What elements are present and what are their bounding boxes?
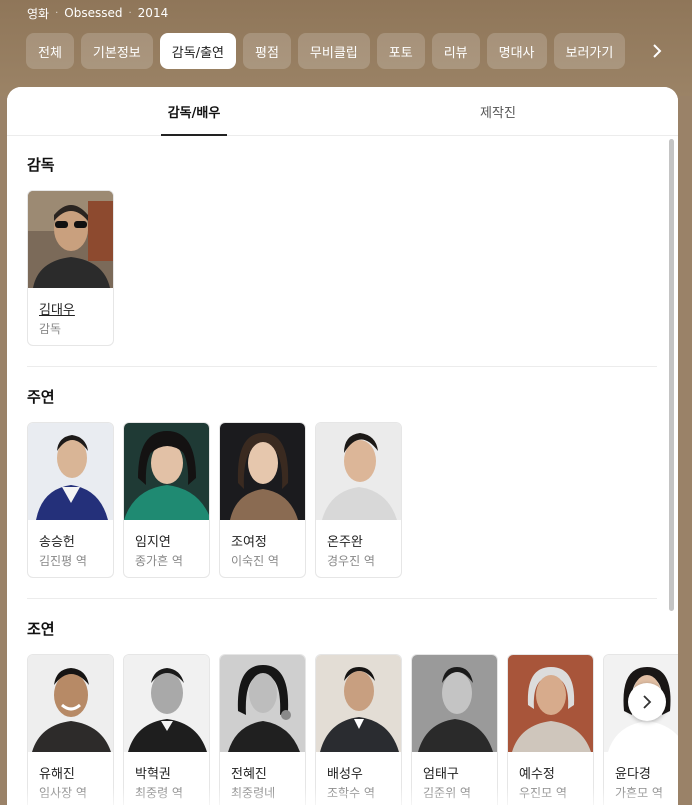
- section-title-director: 감독: [27, 156, 55, 174]
- chevron-right-icon: [653, 44, 662, 58]
- section-divider: [27, 366, 657, 367]
- cast-panel: 감독/배우 제작진 감독 김대우 감독 주연 송승헌 김진평 역 임지연 종가흔…: [7, 87, 678, 805]
- person-name[interactable]: 전혜진: [231, 763, 267, 782]
- person-photo[interactable]: [28, 191, 113, 288]
- chip-quotes[interactable]: 명대사: [486, 33, 547, 69]
- person-name[interactable]: 조여정: [231, 531, 267, 550]
- person-card[interactable]: 유해진 임사장 역: [27, 654, 114, 805]
- person-photo[interactable]: [508, 655, 593, 752]
- chip-cast[interactable]: 감독/출연: [159, 33, 236, 69]
- person-name[interactable]: 유해진: [39, 763, 75, 782]
- person-card[interactable]: 조여정 이숙진 역: [219, 422, 306, 578]
- section-divider: [27, 598, 657, 599]
- person-photo[interactable]: [28, 655, 113, 752]
- person-card[interactable]: 온주완 경우진 역: [315, 422, 402, 578]
- person-card[interactable]: 박혁권 최중령 역: [123, 654, 210, 805]
- person-name[interactable]: 김대우: [39, 299, 75, 318]
- section-title-lead: 주연: [27, 388, 55, 406]
- movie-meta: 영화 · Obsessed · 2014: [27, 4, 168, 22]
- person-photo[interactable]: [220, 423, 305, 520]
- person-card[interactable]: 전혜진 최중령네: [219, 654, 306, 805]
- chip-rating[interactable]: 평점: [243, 33, 291, 69]
- chevron-right-icon: [643, 695, 652, 709]
- person-name[interactable]: 예수정: [519, 763, 555, 782]
- movie-category[interactable]: 영화: [27, 5, 49, 22]
- movie-year: 2014: [137, 6, 169, 20]
- person-photo[interactable]: [220, 655, 305, 752]
- person-name[interactable]: 엄태구: [423, 763, 459, 782]
- person-name[interactable]: 박혁권: [135, 763, 171, 782]
- cast-tabs: 감독/배우 제작진: [7, 87, 678, 136]
- chip-next-button[interactable]: [644, 33, 670, 69]
- person-photo[interactable]: [412, 655, 497, 752]
- person-name[interactable]: 온주완: [327, 531, 363, 550]
- person-name[interactable]: 윤다경: [615, 763, 651, 782]
- person-photo[interactable]: [316, 423, 401, 520]
- separator-dot: ·: [128, 7, 132, 19]
- person-photo[interactable]: [316, 655, 401, 752]
- tab-crew[interactable]: 제작진: [461, 87, 535, 136]
- person-card[interactable]: 엄태구 김준위 역: [411, 654, 498, 805]
- person-role: 김진평 역: [39, 554, 87, 568]
- person-role: 감독: [39, 322, 62, 336]
- chip-review[interactable]: 리뷰: [431, 33, 480, 69]
- person-card[interactable]: 송승헌 김진평 역: [27, 422, 114, 578]
- carousel-next-button[interactable]: [628, 683, 666, 721]
- bottom-fade: [7, 787, 678, 805]
- person-card[interactable]: 김대우 감독: [27, 190, 114, 346]
- person-role: 경우진 역: [327, 554, 375, 568]
- person-card[interactable]: 임지연 종가흔 역: [123, 422, 210, 578]
- movie-header: 영화 · Obsessed · 2014 전체 기본정보 감독/출연 평점 무비…: [0, 0, 692, 96]
- separator-dot: ·: [55, 7, 59, 19]
- person-photo[interactable]: [124, 423, 209, 520]
- section-chip-bar: 전체 기본정보 감독/출연 평점 무비클립 포토 리뷰 명대사 보러가기: [26, 33, 626, 69]
- chip-all[interactable]: 전체: [26, 33, 74, 69]
- person-photo[interactable]: [124, 655, 209, 752]
- scrollbar-thumb[interactable]: [669, 139, 674, 611]
- person-role: 이숙진 역: [231, 554, 279, 568]
- chip-basic-info[interactable]: 기본정보: [80, 33, 153, 69]
- person-card[interactable]: 예수정 우진모 역: [507, 654, 594, 805]
- person-name[interactable]: 임지연: [135, 531, 171, 550]
- movie-title[interactable]: Obsessed: [64, 6, 122, 20]
- person-card[interactable]: 배성우 조학수 역: [315, 654, 402, 805]
- tab-cast[interactable]: 감독/배우: [157, 87, 231, 136]
- chip-watch[interactable]: 보러가기: [553, 33, 626, 69]
- person-name[interactable]: 송승헌: [39, 531, 75, 550]
- chip-photo[interactable]: 포토: [376, 33, 425, 69]
- person-photo[interactable]: [28, 423, 113, 520]
- section-title-supporting: 조연: [27, 620, 55, 638]
- person-name[interactable]: 배성우: [327, 763, 363, 782]
- person-role: 종가흔 역: [135, 554, 183, 568]
- tab-active-indicator: [161, 134, 227, 136]
- person-card[interactable]: 윤다경 가흔모 역: [603, 654, 678, 805]
- chip-movie-clip[interactable]: 무비클립: [297, 33, 370, 69]
